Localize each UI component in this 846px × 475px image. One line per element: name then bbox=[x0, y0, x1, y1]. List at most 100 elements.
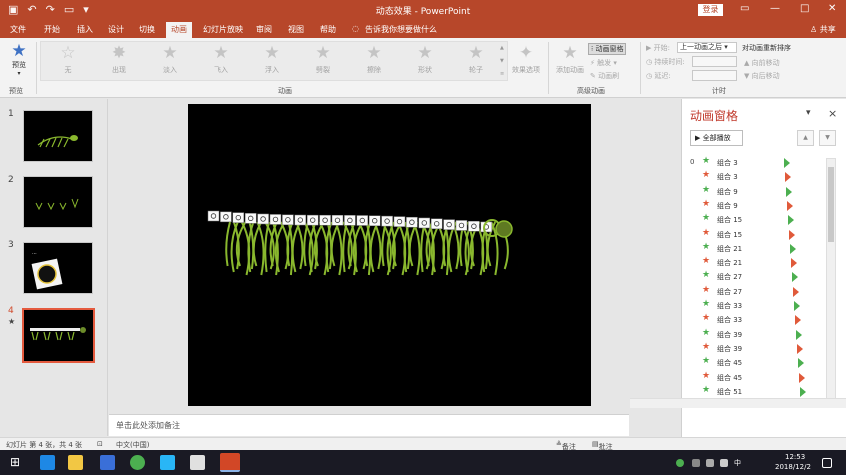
tray-icon[interactable] bbox=[692, 459, 700, 467]
gallery-scroll[interactable]: ▲ ▼ ≡ bbox=[500, 42, 508, 81]
animation-list-item[interactable]: ★ 组合 21 bbox=[690, 256, 830, 270]
animation-list-item[interactable]: ★ 组合 39 bbox=[690, 342, 830, 356]
mail-icon[interactable] bbox=[190, 455, 205, 470]
tray-icon[interactable] bbox=[676, 459, 684, 467]
file-explorer-icon[interactable] bbox=[68, 455, 83, 470]
effect-5-button[interactable]: ★ 劈裂 bbox=[308, 44, 338, 75]
animation-list-scrollbar[interactable] bbox=[826, 158, 836, 403]
tab-help[interactable]: 帮助 bbox=[320, 24, 336, 35]
tab-file[interactable]: 文件 bbox=[10, 24, 26, 35]
effect-7-button[interactable]: ★ 形状 bbox=[410, 44, 440, 75]
animation-list-item[interactable]: ★ 组合 21 bbox=[690, 242, 830, 256]
animation-list-item[interactable]: ★ 组合 15 bbox=[690, 228, 830, 242]
minimize-button[interactable]: — bbox=[770, 3, 780, 14]
effect-1-button[interactable]: ✸ 出现 bbox=[104, 44, 134, 75]
tell-me-search[interactable]: 告诉我你想要做什么 bbox=[365, 24, 437, 35]
animation-list-item[interactable]: ★ 组合 9 bbox=[690, 199, 830, 213]
slide-thumbnail-1[interactable] bbox=[23, 110, 93, 162]
animation-list-item[interactable]: ★ 组合 33 bbox=[690, 299, 830, 313]
horizontal-scrollbar[interactable] bbox=[630, 398, 846, 408]
slide-thumbnail-3[interactable]: ⋯ bbox=[23, 242, 93, 294]
tab-view[interactable]: 视图 bbox=[288, 24, 304, 35]
share-button[interactable]: ♙ 共享 bbox=[810, 24, 836, 35]
ribbon-display-options-icon[interactable]: ▭ bbox=[740, 3, 749, 14]
clock-time[interactable]: 12:53 bbox=[785, 453, 805, 461]
restore-button[interactable]: □ bbox=[800, 3, 809, 14]
animation-list-item[interactable]: ★ 组合 9 bbox=[690, 185, 830, 199]
network-icon[interactable] bbox=[706, 459, 714, 467]
animation-list-item[interactable]: ★ 组合 45 bbox=[690, 371, 830, 385]
move-later-button[interactable]: ▼ 向后移动 bbox=[744, 71, 780, 81]
effect-8-button[interactable]: ★ 轮子 bbox=[461, 44, 491, 75]
volume-icon[interactable] bbox=[720, 459, 728, 467]
notes-pane[interactable]: 单击此处添加备注 bbox=[109, 414, 629, 436]
tab-transitions[interactable]: 切换 bbox=[139, 24, 155, 35]
move-down-button[interactable]: ▼ bbox=[819, 130, 836, 146]
pane-options-icon[interactable]: ▾ bbox=[806, 108, 811, 118]
tab-home[interactable]: 开始 bbox=[44, 24, 60, 35]
animation-list-item[interactable]: ★ 组合 33 bbox=[690, 313, 830, 327]
ime-indicator[interactable]: 中 bbox=[734, 458, 741, 468]
animation-list-item[interactable]: 0 ★ 组合 3 bbox=[690, 156, 830, 170]
trigger-label: 触发 bbox=[597, 59, 612, 67]
powerpoint-taskbar-icon[interactable] bbox=[220, 453, 240, 472]
notification-icon[interactable] bbox=[822, 458, 832, 468]
animation-list-item[interactable]: ★ 组合 3 bbox=[690, 170, 830, 184]
add-animation-button[interactable]: ★ 添加动画 bbox=[553, 44, 587, 75]
tab-review[interactable]: 审阅 bbox=[256, 24, 272, 35]
edge-icon[interactable] bbox=[40, 455, 55, 470]
duration-input[interactable] bbox=[692, 56, 737, 67]
animation-list-item[interactable]: ★ 组合 45 bbox=[690, 356, 830, 370]
slide-canvas[interactable] bbox=[188, 104, 591, 406]
play-all-button[interactable]: ▶ 全部播放 bbox=[690, 130, 743, 146]
close-button[interactable]: ✕ bbox=[828, 3, 836, 14]
animation-painter-button[interactable]: ✎ 动画刷 bbox=[590, 71, 619, 81]
notes-toggle[interactable]: ≗ 备注 bbox=[556, 440, 576, 451]
windows-start-icon[interactable]: ⊞ bbox=[10, 455, 25, 470]
animation-list-item[interactable]: ★ 组合 39 bbox=[690, 328, 830, 342]
animation-list-item[interactable]: ★ 组合 27 bbox=[690, 285, 830, 299]
login-button[interactable]: 登录 bbox=[698, 4, 723, 16]
tab-insert[interactable]: 插入 bbox=[77, 24, 93, 35]
animation-list-item[interactable]: ★ 组合 27 bbox=[690, 270, 830, 284]
group-label-preview: 预览 bbox=[9, 87, 23, 95]
scrollbar-thumb[interactable] bbox=[828, 167, 834, 242]
tab-slideshow[interactable]: 幻灯片放映 bbox=[203, 24, 243, 35]
effect-star-icon: ★ bbox=[366, 43, 382, 63]
effect-options-button[interactable]: ✦ 效果选项 bbox=[510, 44, 542, 75]
animation-list-item[interactable]: ★ 组合 15 bbox=[690, 213, 830, 227]
effect-2-button[interactable]: ★ 淡入 bbox=[155, 44, 185, 75]
animation-timing-bar bbox=[785, 172, 791, 183]
effect-3-button[interactable]: ★ 飞入 bbox=[206, 44, 236, 75]
app-icon[interactable] bbox=[100, 455, 115, 470]
animation-effect-icon: ★ bbox=[702, 198, 711, 209]
close-icon[interactable]: × bbox=[828, 107, 837, 120]
ribbon: ★ 预览 ▾ ☆ 无 ✸ 出现 ★ 淡入 ★ 飞入 ★ 浮入 ★ 劈裂 ★ 擦除 ★ 形状 ★ 轮子 ▲ ▼ ≡ ✦ … bbox=[0, 38, 846, 98]
tab-animations[interactable]: 动画 bbox=[166, 22, 192, 38]
effect-6-button[interactable]: ★ 擦除 bbox=[359, 44, 389, 75]
animation-item-name: 组合 33 bbox=[717, 302, 743, 310]
spellcheck-icon[interactable]: ⊡ bbox=[97, 440, 103, 448]
preview-button[interactable]: ★ 预览 ▾ bbox=[7, 42, 31, 77]
move-up-button[interactable]: ▲ bbox=[797, 130, 814, 146]
comments-toggle[interactable]: ▤ 批注 bbox=[592, 440, 613, 451]
clock-date[interactable]: 2018/12/2 bbox=[775, 463, 811, 471]
video-player-icon[interactable] bbox=[160, 455, 175, 470]
tab-design[interactable]: 设计 bbox=[108, 24, 124, 35]
effect-star-icon: ★ bbox=[417, 43, 433, 63]
effect-4-button[interactable]: ★ 浮入 bbox=[257, 44, 287, 75]
slide-thumbnail-4[interactable] bbox=[22, 308, 95, 363]
app-icon[interactable] bbox=[130, 455, 145, 470]
trigger-button[interactable]: ⚡ 触发 ▾ bbox=[590, 58, 617, 68]
delay-input[interactable] bbox=[692, 70, 737, 81]
effect-0-button[interactable]: ☆ 无 bbox=[53, 44, 83, 75]
start-select[interactable]: 上一动画之后 ▾ bbox=[677, 42, 737, 53]
language-status[interactable]: 中文(中国) bbox=[116, 440, 149, 450]
animation-timing-bar bbox=[796, 329, 802, 340]
caterpillar-segment bbox=[368, 215, 381, 226]
animation-pane-button[interactable]: ⁝ 动画窗格 bbox=[588, 43, 627, 55]
animation-list-item[interactable]: ★ 组合 51 bbox=[690, 385, 830, 399]
preview-label: 预览 bbox=[12, 61, 26, 69]
move-earlier-button[interactable]: ▲ 向前移动 bbox=[744, 58, 780, 68]
slide-thumbnail-2[interactable] bbox=[23, 176, 93, 228]
